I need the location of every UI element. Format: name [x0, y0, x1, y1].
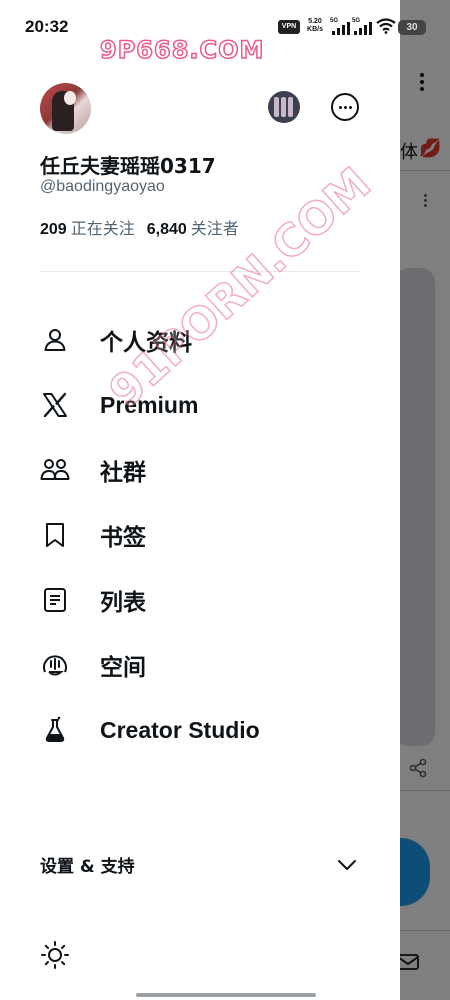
settings-support-label: 设置 & 支持	[40, 856, 135, 877]
menu-item-spaces[interactable]: 空间	[40, 641, 380, 689]
followers-label: 关注者	[190, 221, 239, 238]
following-count: 209	[40, 221, 67, 238]
signal-icon: 5G	[330, 18, 350, 36]
follow-stats: 209 正在关注 6,840 关注者	[40, 215, 239, 239]
following-link[interactable]: 209 正在关注	[40, 221, 135, 238]
network-speed: 5.20 KB/s	[304, 18, 326, 34]
communities-icon	[40, 455, 70, 485]
chevron-down-icon	[338, 860, 356, 870]
followers-link[interactable]: 6,840 关注者	[147, 221, 239, 238]
navigation-drawer: 任丘夫妻瑶瑶0317 @baodingyaoyao 209 正在关注 6,840 关注…	[0, 0, 400, 1000]
list-icon	[40, 585, 70, 615]
account-more-button[interactable]	[331, 93, 359, 121]
network-speed-unit: KB/s	[307, 26, 323, 33]
menu-label: 空间	[100, 654, 146, 680]
signal-icon: 5G	[352, 18, 372, 36]
divider	[40, 271, 360, 272]
flask-icon	[40, 715, 70, 745]
settings-support-toggle[interactable]: 设置 & 支持	[40, 846, 360, 882]
followers-count: 6,840	[146, 221, 187, 238]
watermark-top: 9P668.COM	[99, 35, 265, 65]
home-indicator[interactable]	[136, 993, 316, 997]
menu-label: 列表	[100, 589, 146, 615]
network-speed-value: 5.20	[308, 18, 322, 25]
person-icon	[40, 325, 70, 355]
x-logo-icon	[40, 390, 70, 420]
spaces-icon	[40, 650, 70, 680]
menu-label: Creator Studio	[100, 716, 260, 743]
menu-item-lists[interactable]: 列表	[40, 576, 380, 624]
wifi-icon	[376, 18, 396, 34]
battery-indicator: 30	[398, 20, 426, 35]
menu-item-communities[interactable]: 社群	[40, 446, 380, 494]
avatar[interactable]	[40, 83, 91, 134]
vpn-badge: VPN	[278, 20, 300, 34]
bookmark-icon	[40, 520, 70, 550]
switch-account-avatar[interactable]	[268, 91, 300, 123]
user-handle: @baodingyaoyao	[40, 178, 165, 195]
menu-item-premium[interactable]: Premium	[40, 381, 380, 429]
status-time: 20:32	[25, 17, 69, 36]
menu-label: 书签	[100, 524, 146, 550]
following-label: 正在关注	[70, 221, 135, 238]
menu-item-creator-studio[interactable]: Creator Studio	[40, 706, 380, 754]
display-name[interactable]: 任丘夫妻瑶瑶0317	[40, 150, 216, 179]
menu-label: 社群	[100, 459, 146, 485]
menu-item-bookmarks[interactable]: 书签	[40, 511, 380, 559]
theme-toggle-sun-icon[interactable]	[40, 940, 70, 970]
